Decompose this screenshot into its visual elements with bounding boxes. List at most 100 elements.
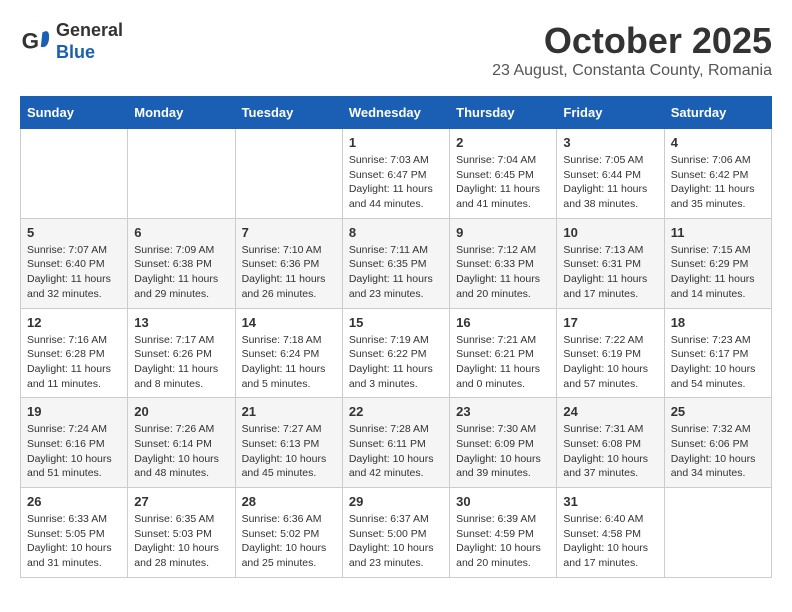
calendar-cell: 1Sunrise: 7:03 AM Sunset: 6:47 PM Daylig… bbox=[342, 129, 449, 219]
subtitle: 23 August, Constanta County, Romania bbox=[492, 62, 772, 80]
day-number: 28 bbox=[242, 494, 336, 509]
calendar-cell: 6Sunrise: 7:09 AM Sunset: 6:38 PM Daylig… bbox=[128, 218, 235, 308]
day-info: Sunrise: 7:24 AM Sunset: 6:16 PM Dayligh… bbox=[27, 422, 121, 481]
day-number: 8 bbox=[349, 225, 443, 240]
logo: G General Blue bbox=[20, 20, 123, 63]
day-info: Sunrise: 6:37 AM Sunset: 5:00 PM Dayligh… bbox=[349, 512, 443, 571]
page-header: G General Blue October 2025 23 August, C… bbox=[20, 20, 772, 80]
calendar-cell: 10 Sunrise: 7:13 AM Sunset: 6:31 PM Dayli… bbox=[557, 218, 664, 308]
day-info: Sunrise: 7:18 AM Sunset: 6:24 PM Dayligh… bbox=[242, 333, 336, 392]
day-number: 4 bbox=[671, 135, 765, 150]
day-number: 13 bbox=[134, 315, 228, 330]
calendar-cell: 2 Sunrise: 7:04 AM Sunset: 6:45 PM Daylig… bbox=[450, 129, 557, 219]
day-info: Sunrise: 6:39 AM Sunset: 4:59 PM Dayligh… bbox=[456, 512, 550, 571]
day-info: Sunrise: 7:21 AM Sunset: 6:21 PM Dayligh… bbox=[456, 333, 550, 392]
day-number: 20 bbox=[134, 404, 228, 419]
day-info: Sunrise: 7:10 AM Sunset: 6:36 PM Dayligh… bbox=[242, 243, 336, 302]
weekday-header-wednesday: Wednesday bbox=[342, 97, 449, 129]
day-info: Sunrise: 7:09 AM Sunset: 6:38 PM Dayligh… bbox=[134, 243, 228, 302]
calendar-cell bbox=[21, 129, 128, 219]
day-number: 26 bbox=[27, 494, 121, 509]
day-number: 7 bbox=[242, 225, 336, 240]
calendar-cell: 21 Sunrise: 7:27 AM Sunset: 6:13 PM Dayli… bbox=[235, 398, 342, 488]
calendar-cell: 12 Sunrise: 7:16 AM Sunset: 6:28 PM Dayli… bbox=[21, 308, 128, 398]
calendar-cell: 26 Sunrise: 6:33 AM Sunset: 5:05 PM Dayli… bbox=[21, 488, 128, 578]
weekday-header-monday: Monday bbox=[128, 97, 235, 129]
title-block: October 2025 23 August, Constanta County… bbox=[492, 20, 772, 80]
day-info: Sunrise: 7:16 AM Sunset: 6:28 PM Dayligh… bbox=[27, 333, 121, 392]
calendar-cell: 20Sunrise: 7:26 AM Sunset: 6:14 PM Dayli… bbox=[128, 398, 235, 488]
day-info: Sunrise: 6:36 AM Sunset: 5:02 PM Dayligh… bbox=[242, 512, 336, 571]
calendar-week-5: 26 Sunrise: 6:33 AM Sunset: 5:05 PM Dayli… bbox=[21, 488, 772, 578]
calendar-cell bbox=[128, 129, 235, 219]
calendar-cell bbox=[235, 129, 342, 219]
day-info: Sunrise: 7:13 AM Sunset: 6:31 PM Dayligh… bbox=[563, 243, 657, 302]
day-info: Sunrise: 7:22 AM Sunset: 6:19 PM Dayligh… bbox=[563, 333, 657, 392]
calendar-cell: 13 Sunrise: 7:17 AM Sunset: 6:26 PM Dayli… bbox=[128, 308, 235, 398]
day-info: Sunrise: 7:06 AM Sunset: 6:42 PM Dayligh… bbox=[671, 153, 765, 212]
day-info: Sunrise: 7:07 AM Sunset: 6:40 PM Dayligh… bbox=[27, 243, 121, 302]
logo-icon: G bbox=[20, 26, 52, 58]
logo-text: General Blue bbox=[56, 20, 123, 63]
calendar-cell: 29 Sunrise: 6:37 AM Sunset: 5:00 PM Dayli… bbox=[342, 488, 449, 578]
day-number: 29 bbox=[349, 494, 443, 509]
day-number: 21 bbox=[242, 404, 336, 419]
day-number: 19 bbox=[27, 404, 121, 419]
month-title: October 2025 bbox=[492, 20, 772, 62]
day-info: Sunrise: 7:32 AM Sunset: 6:06 PM Dayligh… bbox=[671, 422, 765, 481]
day-number: 5 bbox=[27, 225, 121, 240]
calendar-cell: 3 Sunrise: 7:05 AM Sunset: 6:44 PM Daylig… bbox=[557, 129, 664, 219]
calendar-cell: 30 Sunrise: 6:39 AM Sunset: 4:59 PM Dayli… bbox=[450, 488, 557, 578]
day-number: 10 bbox=[563, 225, 657, 240]
calendar-week-4: 19 Sunrise: 7:24 AM Sunset: 6:16 PM Dayli… bbox=[21, 398, 772, 488]
day-number: 23 bbox=[456, 404, 550, 419]
day-number: 12 bbox=[27, 315, 121, 330]
day-info: Sunrise: 7:04 AM Sunset: 6:45 PM Dayligh… bbox=[456, 153, 550, 212]
calendar-cell: 24 Sunrise: 7:31 AM Sunset: 6:08 PM Dayli… bbox=[557, 398, 664, 488]
calendar-cell: 25 Sunrise: 7:32 AM Sunset: 6:06 PM Dayli… bbox=[664, 398, 771, 488]
weekday-header-sunday: Sunday bbox=[21, 97, 128, 129]
day-number: 18 bbox=[671, 315, 765, 330]
day-info: Sunrise: 7:05 AM Sunset: 6:44 PM Dayligh… bbox=[563, 153, 657, 212]
day-number: 2 bbox=[456, 135, 550, 150]
calendar-cell: 7 Sunrise: 7:10 AM Sunset: 6:36 PM Daylig… bbox=[235, 218, 342, 308]
calendar-cell: 4 Sunrise: 7:06 AM Sunset: 6:42 PM Daylig… bbox=[664, 129, 771, 219]
calendar-cell: 14 Sunrise: 7:18 AM Sunset: 6:24 PM Dayli… bbox=[235, 308, 342, 398]
calendar-week-1: 1Sunrise: 7:03 AM Sunset: 6:47 PM Daylig… bbox=[21, 129, 772, 219]
day-number: 14 bbox=[242, 315, 336, 330]
calendar-cell: 28 Sunrise: 6:36 AM Sunset: 5:02 PM Dayli… bbox=[235, 488, 342, 578]
weekday-header-friday: Friday bbox=[557, 97, 664, 129]
day-info: Sunrise: 7:03 AM Sunset: 6:47 PM Dayligh… bbox=[349, 153, 443, 212]
day-info: Sunrise: 7:17 AM Sunset: 6:26 PM Dayligh… bbox=[134, 333, 228, 392]
day-number: 24 bbox=[563, 404, 657, 419]
day-number: 17 bbox=[563, 315, 657, 330]
day-info: Sunrise: 7:27 AM Sunset: 6:13 PM Dayligh… bbox=[242, 422, 336, 481]
calendar-cell: 15 Sunrise: 7:19 AM Sunset: 6:22 PM Dayli… bbox=[342, 308, 449, 398]
weekday-header-tuesday: Tuesday bbox=[235, 97, 342, 129]
weekday-header-saturday: Saturday bbox=[664, 97, 771, 129]
day-number: 9 bbox=[456, 225, 550, 240]
svg-text:G: G bbox=[22, 28, 39, 53]
day-number: 30 bbox=[456, 494, 550, 509]
day-number: 15 bbox=[349, 315, 443, 330]
weekday-header-row: SundayMondayTuesdayWednesdayThursdayFrid… bbox=[21, 97, 772, 129]
day-info: Sunrise: 6:35 AM Sunset: 5:03 PM Dayligh… bbox=[134, 512, 228, 571]
day-info: Sunrise: 6:33 AM Sunset: 5:05 PM Dayligh… bbox=[27, 512, 121, 571]
day-number: 22 bbox=[349, 404, 443, 419]
day-info: Sunrise: 7:19 AM Sunset: 6:22 PM Dayligh… bbox=[349, 333, 443, 392]
day-info: Sunrise: 6:40 AM Sunset: 4:58 PM Dayligh… bbox=[563, 512, 657, 571]
calendar-cell: 16Sunrise: 7:21 AM Sunset: 6:21 PM Dayli… bbox=[450, 308, 557, 398]
day-number: 3 bbox=[563, 135, 657, 150]
day-info: Sunrise: 7:30 AM Sunset: 6:09 PM Dayligh… bbox=[456, 422, 550, 481]
calendar-cell: 27 Sunrise: 6:35 AM Sunset: 5:03 PM Dayli… bbox=[128, 488, 235, 578]
day-info: Sunrise: 7:31 AM Sunset: 6:08 PM Dayligh… bbox=[563, 422, 657, 481]
day-number: 25 bbox=[671, 404, 765, 419]
calendar-table: SundayMondayTuesdayWednesdayThursdayFrid… bbox=[20, 96, 772, 578]
day-info: Sunrise: 7:15 AM Sunset: 6:29 PM Dayligh… bbox=[671, 243, 765, 302]
calendar-cell: 19 Sunrise: 7:24 AM Sunset: 6:16 PM Dayli… bbox=[21, 398, 128, 488]
calendar-week-3: 12 Sunrise: 7:16 AM Sunset: 6:28 PM Dayli… bbox=[21, 308, 772, 398]
calendar-cell: 17 Sunrise: 7:22 AM Sunset: 6:19 PM Dayli… bbox=[557, 308, 664, 398]
calendar-cell: 5 Sunrise: 7:07 AM Sunset: 6:40 PM Daylig… bbox=[21, 218, 128, 308]
day-number: 27 bbox=[134, 494, 228, 509]
day-info: Sunrise: 7:23 AM Sunset: 6:17 PM Dayligh… bbox=[671, 333, 765, 392]
